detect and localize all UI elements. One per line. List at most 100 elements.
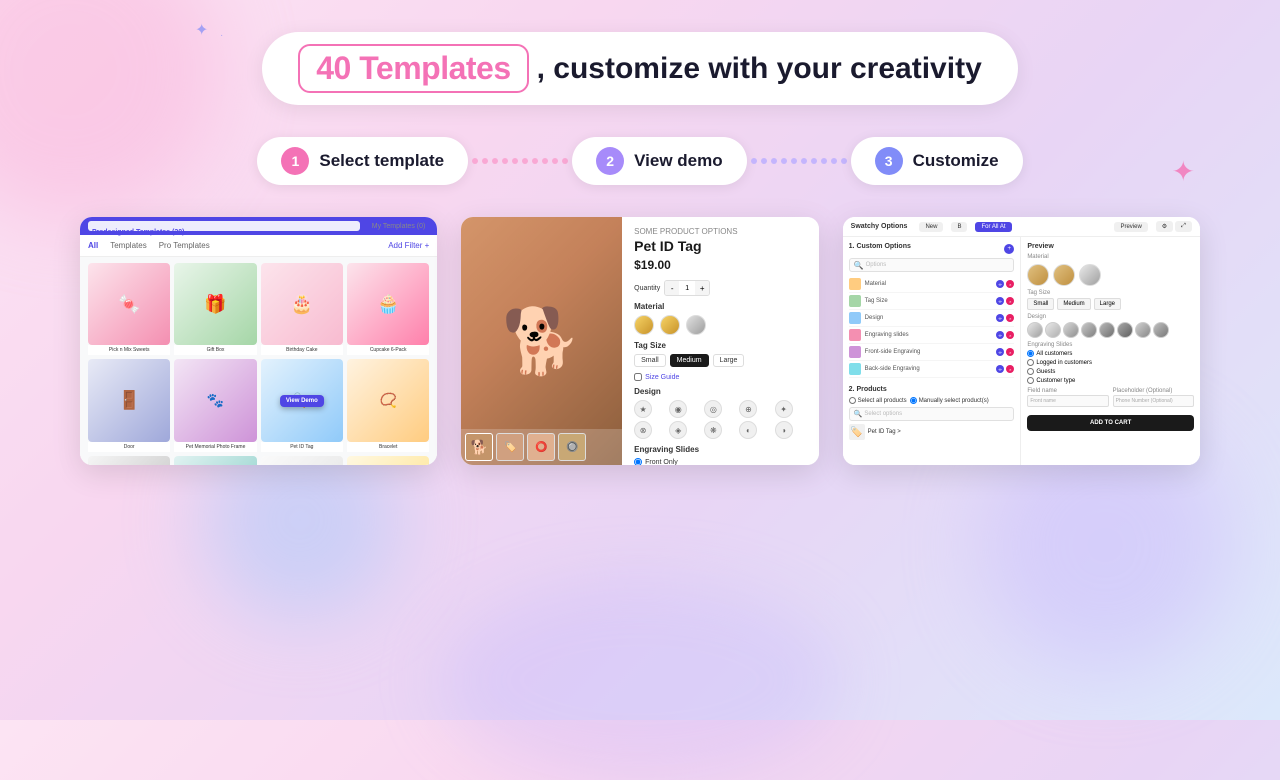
edit-engraving-btn[interactable]: ✏ [996,331,1004,339]
radio-all-btn[interactable] [1027,350,1034,357]
steps-row: 1 Select template 2 View demo [0,137,1280,185]
thumb-mini-2[interactable]: 🏷️ [496,433,524,461]
screenshot-pet-id-demo: 🐕 🐕 🏷️ ⭕ 🔘 SOME PRODUCT OPTIONS Pet ID T… [461,217,818,465]
size-guide-link[interactable]: Size Guide [645,374,679,381]
select-all-radio[interactable] [849,397,856,404]
size-preview-medium[interactable]: Medium [1057,298,1090,310]
design-swatch-7[interactable] [1135,322,1151,338]
thumb-mini-4[interactable]: 🔘 [558,433,586,461]
btn-mode[interactable]: B [951,222,967,232]
btn-settings[interactable]: ⚙ [1156,221,1173,232]
add-filter-btn[interactable]: Add Filter + [388,241,429,250]
front-only-radio[interactable] [634,458,642,465]
delete-engraving-btn[interactable]: × [1006,331,1014,339]
list-item[interactable]: 🛏️ Bedding Set [88,456,170,465]
radio-type-btn[interactable] [1027,377,1034,384]
delete-size-btn[interactable]: × [1006,297,1014,305]
design-swatch-8[interactable] [1153,322,1169,338]
btn-new[interactable]: New [919,222,943,232]
edit-back-btn[interactable]: ✏ [996,365,1004,373]
thumb-mini-3[interactable]: ⭕ [527,433,555,461]
size-preview-large[interactable]: Large [1094,298,1121,310]
design-opt-3[interactable]: ◎ [704,400,722,418]
delete-back-btn[interactable]: × [1006,365,1014,373]
design-opt-5[interactable]: ✦ [775,400,793,418]
design-swatch-5[interactable] [1099,322,1115,338]
option-gold[interactable] [634,315,654,335]
dot [482,158,488,164]
design-opt-10[interactable]: ◑ [775,421,793,439]
radio-guests-btn[interactable] [1027,368,1034,375]
option-label-design: Design [865,315,993,321]
qty-increase-btn[interactable]: + [695,281,709,295]
delete-material-btn[interactable]: × [1006,280,1014,288]
step-3[interactable]: 3 Customize [851,137,1023,185]
list-item[interactable]: ⌚ Watch [347,456,429,465]
step-2[interactable]: 2 View demo [572,137,747,185]
design-swatch-1[interactable] [1027,322,1043,338]
design-swatch-4[interactable] [1081,322,1097,338]
size-guide-checkbox[interactable] [634,373,642,381]
list-item[interactable]: 📿 Bracelet [347,359,429,451]
btn-expand[interactable]: ⤢ [1175,221,1192,232]
design-opt-6[interactable]: ⊗ [634,421,652,439]
option-icon-material [849,278,861,290]
design-swatch-3[interactable] [1063,322,1079,338]
list-item[interactable]: 🎁 Gift Box [174,263,256,355]
thumb-mini-1[interactable]: 🐕 [465,433,493,461]
custom-options-panel: 1. Custom Options + 🔍 Options Material [843,237,1022,465]
screenshots-row: Predesigned Templates (20) My Templates … [0,217,1280,465]
design-opt-1[interactable]: ★ [634,400,652,418]
delete-design-btn[interactable]: × [1006,314,1014,322]
qty-decrease-btn[interactable]: - [665,281,679,295]
step-1[interactable]: 1 Select template [257,137,468,185]
delete-front-btn[interactable]: × [1006,348,1014,356]
all-customers-label: All customers [1036,351,1072,357]
list-item[interactable]: 💍 Ring [261,456,343,465]
option-label-front: Front-side Engraving [865,349,993,355]
size-small-btn[interactable]: Small [634,354,666,367]
product-price: $19.00 [634,258,807,272]
option-actions-engraving: ✏ × [996,331,1014,339]
swatch-gold-2[interactable] [1053,264,1075,286]
edit-size-btn[interactable]: ✏ [996,297,1004,305]
list-item[interactable]: 🏷️ View Demo Pet ID Tag [261,359,343,451]
list-item[interactable]: 🍬 Pick n Mix Sweets [88,263,170,355]
edit-material-btn[interactable]: ✏ [996,280,1004,288]
nav-pro[interactable]: Pro Templates [159,241,210,250]
dot [801,158,807,164]
size-preview-small[interactable]: Small [1027,298,1054,310]
btn-for-all[interactable]: For All At [975,222,1011,232]
edit-front-btn[interactable]: ✏ [996,348,1004,356]
list-item[interactable]: 🎂 Birthday Cake [261,263,343,355]
option-gold-2[interactable] [660,315,680,335]
design-opt-4[interactable]: ⊕ [739,400,757,418]
design-opt-8[interactable]: ❋ [704,421,722,439]
swatch-silver[interactable] [1079,264,1101,286]
swatch-gold[interactable] [1027,264,1049,286]
product-image-area: 🐕 🐕 🏷️ ⭕ 🔘 [461,217,622,465]
list-item[interactable]: 🧵 Fabric [174,456,256,465]
btn-preview-toggle[interactable]: Preview [1114,222,1147,232]
thumb-gifts: 🎁 [174,263,256,345]
nav-all[interactable]: All [88,241,98,250]
design-swatch-6[interactable] [1117,322,1133,338]
list-item[interactable]: 🧁 Cupcake 6-Pack [347,263,429,355]
list-item[interactable]: 🚪 Door [88,359,170,451]
manually-radio[interactable] [910,397,917,404]
radio-logged-in: Logged in customers [1027,359,1194,366]
design-opt-2[interactable]: ◉ [669,400,687,418]
list-item[interactable]: 🐾 Pet Memorial Photo Frame [174,359,256,451]
size-medium-btn[interactable]: Medium [670,354,709,367]
size-large-btn[interactable]: Large [713,354,745,367]
add-to-cart-btn[interactable]: ADD TO CART [1027,415,1194,431]
guests-label: Guests [1036,369,1055,375]
option-silver[interactable] [686,315,706,335]
radio-logged-btn[interactable] [1027,359,1034,366]
design-opt-7[interactable]: ◈ [669,421,687,439]
design-swatch-2[interactable] [1045,322,1061,338]
nav-templates[interactable]: Templates [110,241,146,250]
design-opt-9[interactable]: ◐ [739,421,757,439]
edit-design-btn[interactable]: ✏ [996,314,1004,322]
headline-rest-text: , customize with your creativity [537,52,982,86]
